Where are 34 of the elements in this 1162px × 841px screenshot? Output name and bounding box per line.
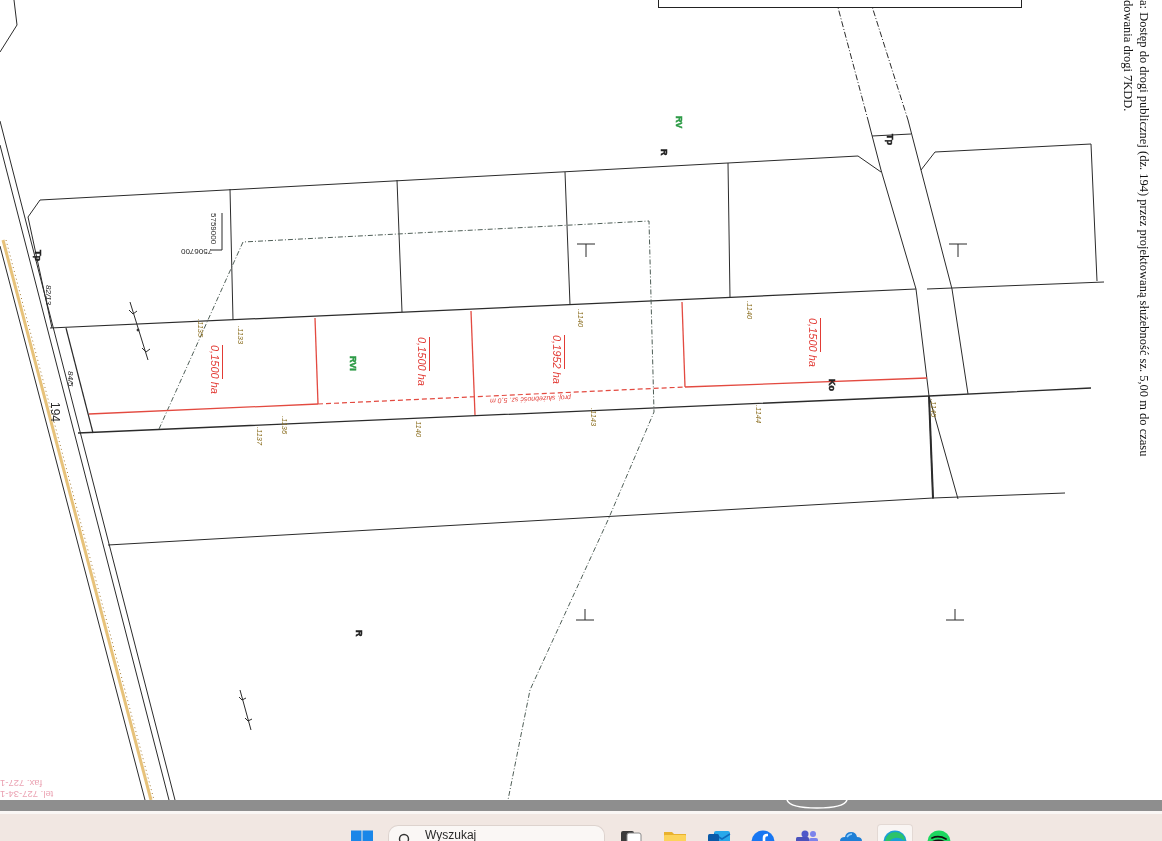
land-use-label: Tp (885, 134, 894, 145)
land-use-label: RV (674, 116, 683, 129)
tee-symbol-icon (575, 608, 595, 621)
area-label: 0,1500 ha (807, 318, 818, 367)
corner-mark-icon (210, 212, 223, 251)
land-use-label: Ko (827, 379, 836, 391)
swirl-icon (883, 830, 907, 841)
note-text: dowania drogi 7KDD. (1120, 0, 1135, 112)
folder-icon (663, 830, 687, 841)
circle-waves-icon (927, 830, 951, 841)
search-icon (398, 833, 410, 841)
note-text: a: Dostęp do drogi publicznej (dz. 194) przez projektowaną służebność sz. 5,00 m do czasu (1136, 0, 1151, 457)
faint-text: tel. 727-34-1 (0, 789, 54, 799)
parcel-number: 84/5 (66, 371, 74, 387)
land-use-label: RVI (348, 356, 357, 371)
area-label: 0,1500 ha (416, 337, 427, 386)
land-use-label: Tp (33, 250, 42, 261)
area-label: 0,1500 ha (209, 345, 220, 394)
grid-coordinate: 7506700 (181, 247, 213, 255)
arrow-line-icon (128, 301, 151, 361)
area-label: 0,1952 ha (551, 335, 562, 384)
people-icon (795, 830, 819, 841)
four-squares-icon[interactable] (350, 830, 374, 841)
faint-text: fax. 727-1 (0, 778, 43, 788)
cloud-icon (839, 830, 863, 841)
parcel-number: 194 (49, 402, 61, 423)
tee-symbol-icon (948, 243, 968, 258)
tee-symbol-icon (576, 243, 596, 258)
land-use-label: R (659, 149, 668, 156)
tee-symbol-icon (945, 608, 965, 621)
grid-coordinate: 5759000 (209, 213, 217, 245)
envelope-icon (707, 830, 731, 841)
search-field[interactable]: Wyszukaj (388, 825, 605, 841)
land-use-label: R (354, 630, 363, 637)
